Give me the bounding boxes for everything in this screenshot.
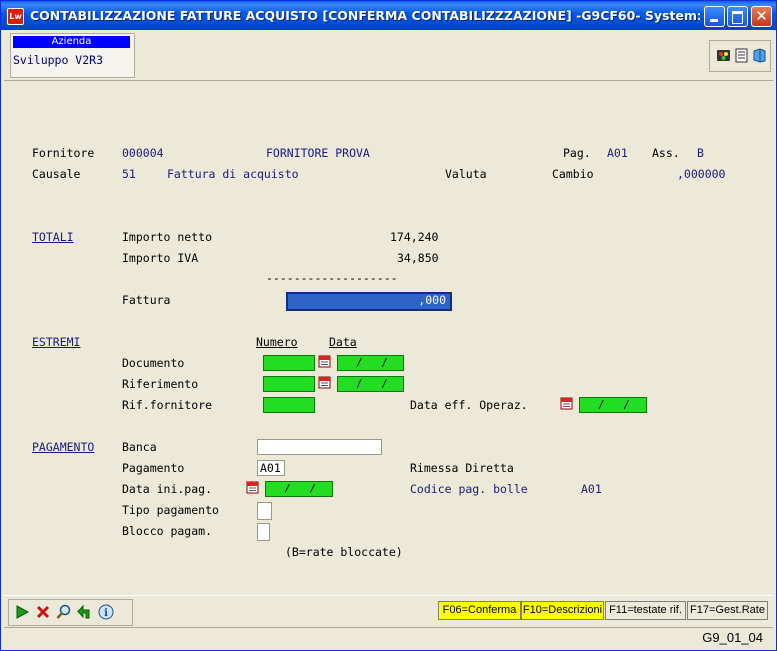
causale-code: 51 (122, 167, 136, 181)
minimize-button[interactable] (704, 6, 725, 27)
app-icon[interactable]: Lw (7, 8, 24, 25)
minimize-icon (710, 19, 718, 22)
f06-conferma-button[interactable]: F06=Conferma (438, 601, 521, 620)
totals-separator: ------------------- (266, 271, 398, 285)
importo-iva-label: Importo IVA (122, 251, 199, 265)
calendar-icon[interactable] (560, 396, 573, 410)
documento-label: Documento (122, 356, 185, 370)
pagamento-section-title: PAGAMENTO (32, 440, 95, 454)
importo-iva-value: 34,850 (397, 251, 439, 265)
tipo-pagamento-input[interactable] (257, 502, 272, 520)
program-code: G9_01_04 (702, 630, 763, 645)
fattura-label: Fattura (122, 293, 171, 307)
ass-label: Ass. (652, 146, 680, 160)
info-icon[interactable]: i (98, 604, 114, 620)
calendar-icon[interactable] (318, 375, 331, 389)
numero-column-header: Numero (256, 335, 298, 349)
search-icon[interactable] (56, 604, 72, 620)
banca-input[interactable] (257, 439, 382, 455)
causale-description: Fattura di acquisto (167, 167, 299, 181)
data-eff-operaz-input[interactable]: / / (579, 397, 647, 413)
rif-fornitore-label: Rif.fornitore (122, 398, 213, 412)
bottom-toolbar: i F06=Conferma F10=Descrizioni F11=testa… (4, 595, 773, 627)
maximize-icon (732, 11, 743, 24)
pagamento-description: Rimessa Diretta (410, 461, 514, 475)
importo-netto-value: 174,240 (390, 230, 439, 244)
calendar-icon[interactable] (318, 354, 331, 368)
svg-text:i: i (104, 608, 108, 619)
navigation-buttons: i (8, 599, 133, 626)
tipo-pagamento-label: Tipo pagamento (122, 503, 219, 517)
close-button[interactable]: ✕ (751, 6, 772, 27)
close-icon: ✕ (755, 7, 768, 25)
blocco-note: (B=rate bloccate) (285, 545, 403, 559)
documento-numero-input[interactable] (263, 355, 315, 371)
cambio-label: Cambio (552, 167, 594, 181)
title-bar: Lw CONTABILIZZAZIONE FATTURE ACQUISTO [C… (1, 1, 776, 30)
documento-data-input[interactable]: / / (337, 355, 404, 371)
azienda-label: Azienda (13, 36, 130, 48)
valuta-label: Valuta (445, 167, 487, 181)
document-icon[interactable] (734, 48, 749, 63)
fornitore-label: Fornitore (32, 146, 95, 160)
codice-pag-bolle-label: Codice pag. bolle (410, 482, 528, 496)
causale-label: Causale (32, 167, 81, 181)
riferimento-label: Riferimento (122, 377, 199, 391)
form-area: Fornitore 000004 FORNITORE PROVA Pag. A0… (4, 81, 773, 594)
fornitore-code: 000004 (122, 146, 164, 160)
cambio-value: ,000000 (677, 167, 726, 181)
banca-label: Banca (122, 440, 157, 454)
f11-testate-rif-button[interactable]: F11=testate rif. (605, 601, 686, 620)
play-icon[interactable] (14, 604, 30, 620)
palette-icon[interactable] (716, 48, 731, 63)
azienda-value: Sviluppo V2R3 (13, 53, 104, 67)
fattura-input[interactable]: ,000 (286, 292, 452, 311)
importo-netto-label: Importo netto (122, 230, 213, 244)
pag-value: A01 (607, 146, 628, 160)
data-eff-operaz-label: Data eff. Operaz. (410, 398, 528, 412)
pag-label: Pag. (563, 146, 591, 160)
fornitore-name: FORNITORE PROVA (266, 146, 370, 160)
blocco-pagam-label: Blocco pagam. (122, 524, 213, 538)
estremi-section-title: ESTREMI (32, 335, 81, 349)
f17-gest-rate-button[interactable]: F17=Gest.Rate (687, 601, 768, 620)
azienda-box: Azienda Sviluppo V2R3 (10, 33, 135, 78)
application-window: Lw CONTABILIZZAZIONE FATTURE ACQUISTO [C… (0, 0, 777, 651)
pagamento-input[interactable]: A01 (257, 460, 285, 476)
window-title: CONTABILIZZAZIONE FATTURE ACQUISTO [CONF… (30, 8, 700, 23)
data-ini-pag-label: Data ini.pag. (122, 482, 213, 496)
return-arrow-icon[interactable] (77, 604, 93, 620)
ass-value: B (697, 146, 704, 160)
pagamento-label: Pagamento (122, 461, 185, 475)
totali-section-title: TOTALI (32, 230, 74, 244)
data-column-header: Data (329, 335, 357, 349)
blocco-pagam-input[interactable] (257, 523, 270, 541)
rif-fornitore-input[interactable] (263, 397, 315, 413)
riferimento-data-input[interactable]: / / (337, 376, 404, 392)
calendar-icon[interactable] (246, 480, 259, 494)
f10-descrizioni-button[interactable]: F10=Descrizioni (521, 601, 604, 620)
riferimento-numero-input[interactable] (263, 376, 315, 392)
book-icon[interactable] (752, 48, 767, 63)
toolbar-icons (709, 40, 771, 72)
data-ini-pag-input[interactable]: / / (265, 481, 333, 497)
cancel-icon[interactable] (35, 604, 51, 620)
status-bar: G9_01_04 (4, 627, 773, 648)
header-bar: Azienda Sviluppo V2R3 (4, 30, 773, 81)
codice-pag-bolle-value: A01 (581, 482, 602, 496)
maximize-button[interactable] (727, 6, 748, 27)
